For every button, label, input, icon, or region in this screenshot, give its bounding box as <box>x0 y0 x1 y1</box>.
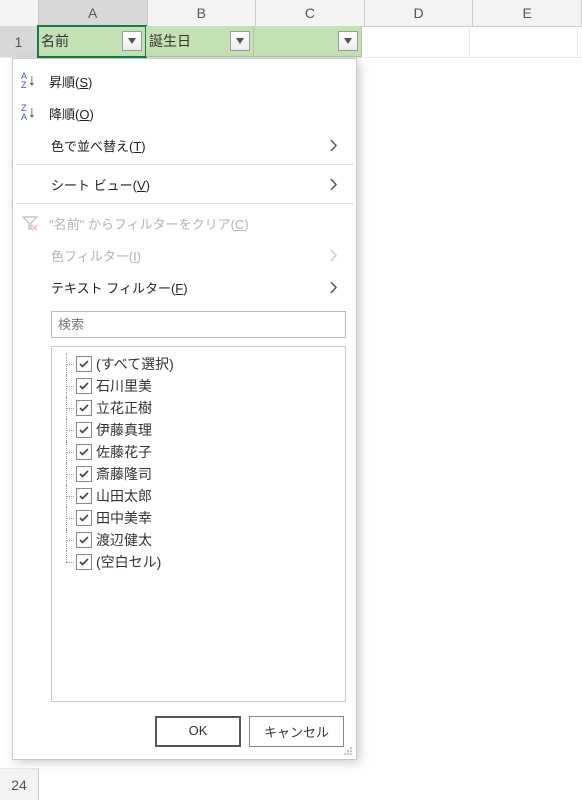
sort-by-color-label: 色で並べ替え(T) <box>51 136 330 155</box>
filter-value-item[interactable]: (すべて選択) <box>58 353 339 375</box>
checkbox-checked-icon[interactable] <box>76 356 92 372</box>
checkbox-checked-icon[interactable] <box>76 444 92 460</box>
cell-d1[interactable] <box>362 26 470 57</box>
checkbox-checked-icon[interactable] <box>76 510 92 526</box>
sort-desc-icon: ZA↓ <box>21 103 49 123</box>
checkbox-checked-icon[interactable] <box>76 400 92 416</box>
tree-line-icon <box>58 463 76 485</box>
text-filter[interactable]: テキスト フィルター(F) <box>13 271 356 303</box>
column-header-row: A B C D E <box>0 0 582 26</box>
filter-button-b[interactable] <box>230 31 250 51</box>
filter-value-item[interactable]: 山田太郎 <box>58 485 339 507</box>
filter-values-list[interactable]: (すべて選択)石川里美立花正樹伊藤真理佐藤花子斎藤隆司山田太郎田中美幸渡辺健太(… <box>51 346 346 702</box>
sheet-view[interactable]: シート ビュー(V) <box>13 168 356 200</box>
grid-row-1: 名前 誕生日 <box>38 26 582 58</box>
checkbox-checked-icon[interactable] <box>76 378 92 394</box>
cell-b1[interactable]: 誕生日 <box>146 26 254 57</box>
row-head-1[interactable]: 1 <box>0 26 38 58</box>
col-head-b[interactable]: B <box>148 0 257 27</box>
sort-by-color[interactable]: 色で並べ替え(T) <box>13 129 356 161</box>
resize-grip[interactable] <box>343 746 353 756</box>
tree-line-icon <box>58 397 76 419</box>
text-filter-label: テキスト フィルター(F) <box>51 278 330 297</box>
cell-e1[interactable] <box>470 26 578 57</box>
filter-value-item[interactable]: 斎藤隆司 <box>58 463 339 485</box>
filter-button-c[interactable] <box>338 31 358 51</box>
cell-a1-text: 名前 <box>41 31 122 51</box>
filter-value-label: 立花正樹 <box>96 398 152 418</box>
clear-filter: "名前" からフィルターをクリア(C) <box>13 207 356 239</box>
color-filter: 色フィルター(I) <box>13 239 356 271</box>
filter-value-item[interactable]: 立花正樹 <box>58 397 339 419</box>
sort-asc-icon: AZ↓ <box>21 71 49 91</box>
cancel-button[interactable]: キャンセル <box>249 716 344 747</box>
filter-value-item[interactable]: 伊藤真理 <box>58 419 339 441</box>
ok-button[interactable]: OK <box>155 716 241 747</box>
filter-value-item[interactable]: 渡辺健太 <box>58 529 339 551</box>
tree-line-icon <box>58 441 76 463</box>
tree-line-icon <box>58 507 76 529</box>
sort-desc-label: 降順(O) <box>49 104 342 123</box>
sort-asc[interactable]: AZ↓ 昇順(S) <box>13 65 356 97</box>
col-head-e[interactable]: E <box>473 0 582 27</box>
filter-value-item[interactable]: 佐藤花子 <box>58 441 339 463</box>
filter-dropdown-popup: AZ↓ 昇順(S) ZA↓ 降順(O) 色で並べ替え(T) シー <box>12 58 357 760</box>
tree-line-icon <box>58 551 76 573</box>
filter-value-item[interactable]: (空白セル) <box>58 551 339 573</box>
checkbox-checked-icon[interactable] <box>76 554 92 570</box>
tree-line-icon <box>58 485 76 507</box>
filter-value-label: (空白セル) <box>96 552 161 572</box>
cell-c1[interactable] <box>254 26 362 57</box>
cell-b1-text: 誕生日 <box>149 31 230 51</box>
cell-a1[interactable]: 名前 <box>38 26 146 57</box>
tree-line-icon <box>58 529 76 551</box>
filter-value-label: 渡辺健太 <box>96 530 152 550</box>
sheet-view-label: シート ビュー(V) <box>51 175 330 194</box>
filter-clear-icon <box>21 213 49 233</box>
tree-line-icon <box>58 375 76 397</box>
checkbox-checked-icon[interactable] <box>76 466 92 482</box>
dropdown-icon <box>236 38 244 44</box>
filter-value-label: 斎藤隆司 <box>96 464 152 484</box>
row-head-24[interactable]: 24 <box>0 768 39 800</box>
select-all-corner[interactable] <box>0 0 39 27</box>
filter-value-label: (すべて選択) <box>96 354 174 374</box>
filter-value-label: 田中美幸 <box>96 508 152 528</box>
dropdown-icon <box>344 38 352 44</box>
dropdown-icon <box>128 38 136 44</box>
sort-desc[interactable]: ZA↓ 降順(O) <box>13 97 356 129</box>
col-head-d[interactable]: D <box>365 0 474 27</box>
tree-line-icon <box>58 419 76 441</box>
chevron-right-icon <box>330 179 342 190</box>
filter-value-label: 伊藤真理 <box>96 420 152 440</box>
filter-value-label: 石川里美 <box>96 376 152 396</box>
filter-value-item[interactable]: 田中美幸 <box>58 507 339 529</box>
tree-line-icon <box>58 353 76 375</box>
col-head-c[interactable]: C <box>256 0 365 27</box>
filter-value-label: 佐藤花子 <box>96 442 152 462</box>
filter-value-label: 山田太郎 <box>96 486 152 506</box>
clear-filter-label: "名前" からフィルターをクリア(C) <box>49 214 342 233</box>
chevron-right-icon <box>330 250 342 261</box>
sort-asc-label: 昇順(S) <box>49 72 342 91</box>
col-head-a[interactable]: A <box>39 0 148 27</box>
filter-search-input[interactable] <box>51 311 346 338</box>
filter-button-a[interactable] <box>122 31 142 51</box>
checkbox-checked-icon[interactable] <box>76 532 92 548</box>
filter-value-item[interactable]: 石川里美 <box>58 375 339 397</box>
checkbox-checked-icon[interactable] <box>76 422 92 438</box>
chevron-right-icon <box>330 282 342 293</box>
chevron-right-icon <box>330 140 342 151</box>
checkbox-checked-icon[interactable] <box>76 488 92 504</box>
color-filter-label: 色フィルター(I) <box>51 246 330 265</box>
